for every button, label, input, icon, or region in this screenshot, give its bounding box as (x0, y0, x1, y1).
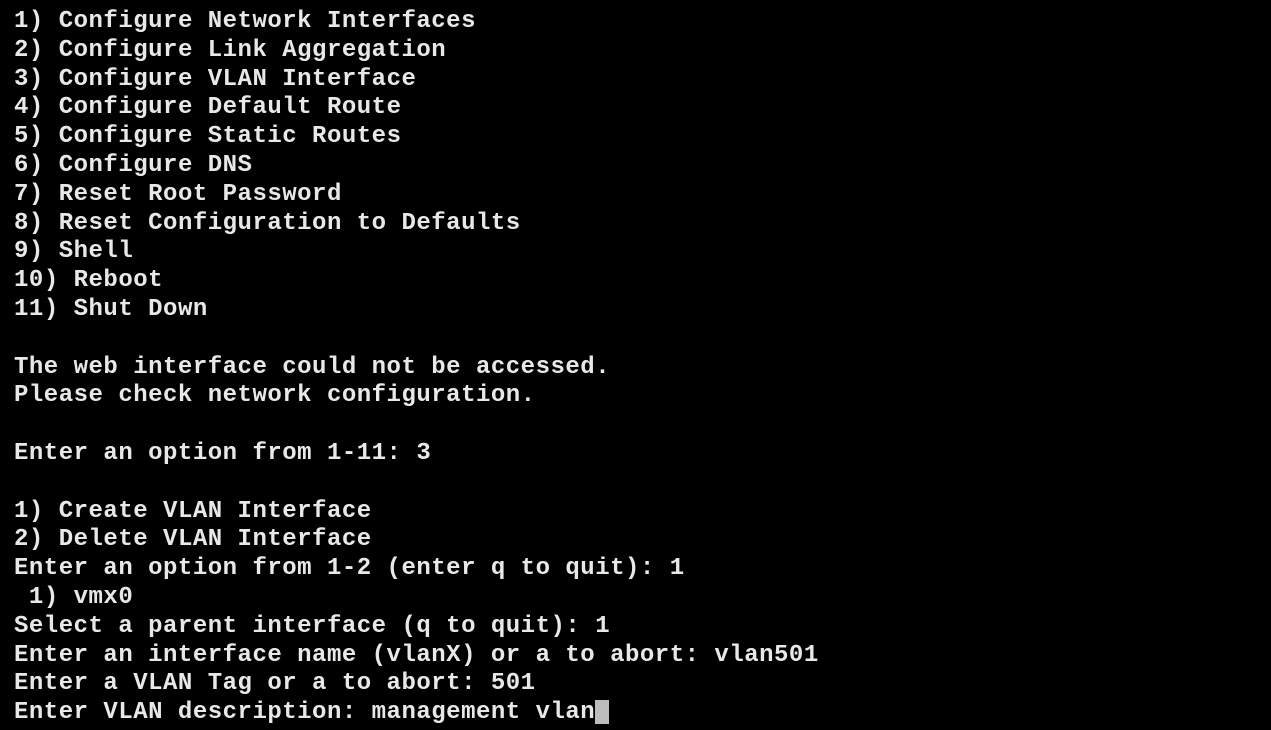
prompt-value: 501 (491, 670, 536, 697)
menu-num: 1 (14, 8, 29, 35)
menu-num: 5 (14, 123, 29, 150)
menu-item-4: 4) Configure Default Route (14, 94, 1257, 123)
menu-item-7: 7) Reset Root Password (14, 181, 1257, 210)
menu-num: 2 (14, 37, 29, 64)
menu-item-8: 8) Reset Configuration to Defaults (14, 210, 1257, 239)
terminal-screen[interactable]: 1) Configure Network Interfaces 2) Confi… (14, 8, 1257, 728)
menu-label: Configure VLAN Interface (59, 66, 417, 93)
menu-item-10: 10) Reboot (14, 267, 1257, 296)
menu-item-5: 5) Configure Static Routes (14, 123, 1257, 152)
prompt-value: 1 (595, 613, 610, 640)
menu-label: Reset Configuration to Defaults (59, 210, 521, 237)
menu-num: 8 (14, 210, 29, 237)
menu-num: 7 (14, 181, 29, 208)
vlan-tag-prompt: Enter a VLAN Tag or a to abort: 501 (14, 670, 1257, 699)
vlan-desc-prompt[interactable]: Enter VLAN description: management vlan (14, 699, 1257, 728)
prompt-value: 3 (416, 440, 431, 467)
menu-label: Reboot (74, 267, 163, 294)
menu-label: Shell (59, 238, 134, 265)
blank-line (14, 469, 1257, 498)
vlan-menu-item-1: 1) Create VLAN Interface (14, 498, 1257, 527)
menu-num: 4 (14, 94, 29, 121)
menu-num: 10 (14, 267, 44, 294)
menu-item-6: 6) Configure DNS (14, 152, 1257, 181)
blank-line (14, 325, 1257, 354)
menu-num: 9 (14, 238, 29, 265)
menu-item-3: 3) Configure VLAN Interface (14, 66, 1257, 95)
menu-item-1: 1) Configure Network Interfaces (14, 8, 1257, 37)
prompt-text: Enter an interface name (vlanX) or a to … (14, 642, 714, 669)
cursor-icon (595, 700, 609, 724)
prompt-text: Enter an option from 1-11: (14, 440, 416, 467)
iface-label: vmx0 (74, 584, 134, 611)
menu-item-9: 9) Shell (14, 238, 1257, 267)
menu-label: Configure Default Route (59, 94, 402, 121)
menu-label: Configure Network Interfaces (59, 8, 476, 35)
menu-label: Create VLAN Interface (59, 498, 372, 525)
menu-num: 6 (14, 152, 29, 179)
menu-num: 3 (14, 66, 29, 93)
menu-item-11: 11) Shut Down (14, 296, 1257, 325)
menu-label: Configure Link Aggregation (59, 37, 446, 64)
iface-num: 1 (29, 584, 44, 611)
vlan-menu-item-2: 2) Delete VLAN Interface (14, 526, 1257, 555)
menu-item-2: 2) Configure Link Aggregation (14, 37, 1257, 66)
main-option-prompt: Enter an option from 1-11: 3 (14, 440, 1257, 469)
menu-num: 1 (14, 498, 29, 525)
prompt-text: Enter an option from 1-2 (enter q to qui… (14, 555, 670, 582)
menu-label: Delete VLAN Interface (59, 526, 372, 553)
menu-num: 2 (14, 526, 29, 553)
prompt-value: vlan501 (714, 642, 818, 669)
menu-label: Shut Down (74, 296, 208, 323)
iface-list-item-1: 1) vmx0 (14, 584, 1257, 613)
prompt-value: 1 (670, 555, 685, 582)
iface-name-prompt: Enter an interface name (vlanX) or a to … (14, 642, 1257, 671)
menu-num: 11 (14, 296, 44, 323)
prompt-text: Enter a VLAN Tag or a to abort: (14, 670, 491, 697)
blank-line (14, 411, 1257, 440)
prompt-value: management vlan (372, 699, 596, 726)
prompt-text: Enter VLAN description: (14, 699, 372, 726)
menu-label: Reset Root Password (59, 181, 342, 208)
menu-label: Configure Static Routes (59, 123, 402, 150)
status-line-1: The web interface could not be accessed. (14, 354, 1257, 383)
parent-iface-prompt: Select a parent interface (q to quit): 1 (14, 613, 1257, 642)
vlan-option-prompt: Enter an option from 1-2 (enter q to qui… (14, 555, 1257, 584)
prompt-text: Select a parent interface (q to quit): (14, 613, 595, 640)
status-line-2: Please check network configuration. (14, 382, 1257, 411)
menu-label: Configure DNS (59, 152, 253, 179)
